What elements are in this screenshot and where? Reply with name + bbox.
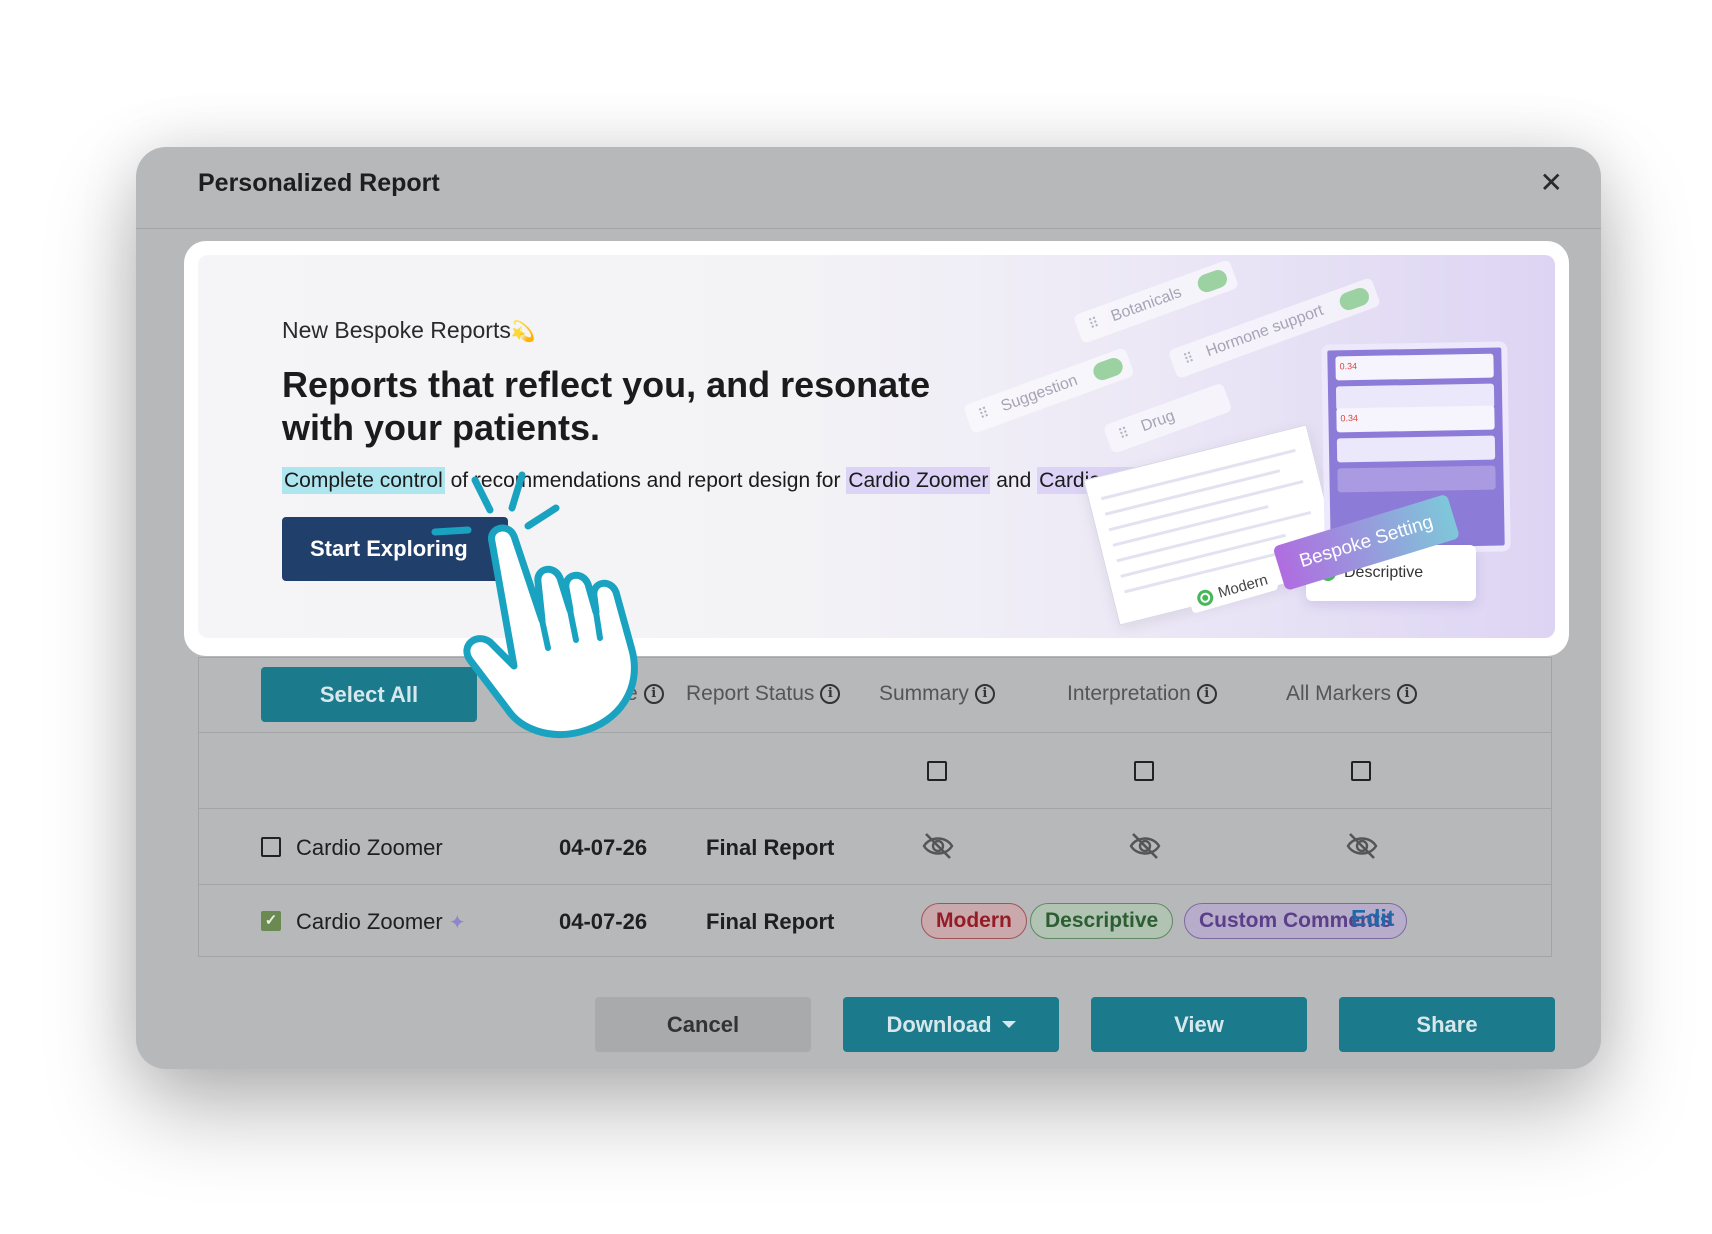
toggle-icon: [1336, 285, 1372, 313]
bespoke-reports-banner: New Bespoke Reports💫 Reports that reflec…: [198, 255, 1555, 638]
download-button[interactable]: Download: [843, 997, 1059, 1052]
column-header-label: Summary: [879, 682, 969, 705]
banner-subline: Complete control of recommendations and …: [282, 467, 1192, 494]
column-header-label: All Markers: [1286, 682, 1392, 705]
modal-header: Personalized Report ✕: [136, 147, 1601, 229]
toggle-icon: [1195, 267, 1230, 295]
drag-handle-icon: ⠿: [1086, 313, 1102, 333]
headline-line-1: Reports that reflect you, and resonate: [282, 364, 931, 405]
eye-off-icon[interactable]: [921, 831, 955, 861]
highlight-complete-control: Complete control: [282, 467, 445, 494]
column-header-report-status: Report Status i: [686, 682, 841, 706]
edit-link[interactable]: Edit: [1351, 905, 1394, 932]
caret-down-icon: [1001, 1021, 1016, 1028]
radio-selected-icon: [1195, 587, 1215, 608]
deco-pill: ⠿ Suggestion: [962, 347, 1135, 435]
download-label: Download: [886, 1011, 992, 1037]
deco-pill-label: Suggestion: [998, 371, 1080, 416]
column-header-label: Interpretation: [1067, 682, 1191, 705]
toggle-icon: [1090, 355, 1126, 383]
summary-column-checkbox[interactable]: [927, 761, 947, 781]
tag-descriptive: Descriptive: [1030, 903, 1174, 939]
interpretation-column-checkbox[interactable]: [1134, 761, 1154, 781]
share-button[interactable]: Share: [1339, 997, 1555, 1052]
drag-handle-icon: ⠿: [976, 403, 992, 423]
report-status: Final Report: [706, 835, 835, 860]
pointing-hand-cursor-icon: [431, 471, 638, 739]
column-header-interpretation: Interpretation i: [1067, 682, 1217, 706]
deco-pill-label: Botanicals: [1108, 283, 1184, 326]
report-name: Cardio Zoomer ✦: [296, 909, 466, 935]
table-row: ✓ Cardio Zoomer ✦ 04-07-26 Final Report …: [199, 885, 1551, 958]
headline-line-2: with your patients.: [282, 407, 601, 448]
banner-eyebrow: New Bespoke Reports💫: [282, 317, 536, 344]
deco-pill: ⠿ Botanicals: [1072, 259, 1239, 345]
shooting-star-icon: 💫: [510, 321, 536, 343]
column-select-row: [199, 733, 1551, 809]
row-checkbox[interactable]: [261, 837, 281, 857]
info-icon[interactable]: i: [820, 684, 841, 704]
subline-text: and: [990, 469, 1038, 492]
eye-off-icon[interactable]: [1345, 831, 1379, 861]
report-table: Select All e i Report Status i Summary i…: [198, 657, 1552, 957]
banner-headline: Reports that reflect you, and resonate w…: [282, 363, 930, 449]
table-row: Cardio Zoomer 04-07-26 Final Report: [199, 809, 1551, 885]
cancel-button[interactable]: Cancel: [595, 997, 811, 1052]
screen: Personalized Report ✕ Select All e i Rep…: [0, 0, 1712, 1234]
highlight-cardio-zoomer: Cardio Zoomer: [846, 467, 991, 494]
column-header-label: Report Status: [686, 682, 815, 705]
report-date: 04-07-26: [559, 835, 648, 860]
table-header-row: Select All e i Report Status i Summary i…: [199, 658, 1551, 733]
info-icon[interactable]: i: [1397, 684, 1418, 704]
deco-pill: ⠿ Drug: [1102, 382, 1233, 455]
info-icon[interactable]: i: [1196, 684, 1217, 704]
column-header-summary: Summary i: [879, 682, 995, 706]
banner-eyebrow-text: New Bespoke Reports: [282, 317, 511, 343]
announcement-card: New Bespoke Reports💫 Reports that reflec…: [184, 241, 1569, 656]
report-status: Final Report: [706, 909, 835, 934]
deco-pill-label: Hormone support: [1203, 301, 1326, 361]
all-markers-column-checkbox[interactable]: [1351, 761, 1371, 781]
drag-handle-icon: ⠿: [1181, 348, 1197, 368]
close-icon[interactable]: ✕: [1540, 169, 1563, 197]
sparkle-icon: ✦: [448, 912, 466, 934]
drag-handle-icon: ⠿: [1116, 423, 1132, 443]
report-name: Cardio Zoomer: [296, 835, 443, 860]
report-name-label: Cardio Zoomer: [296, 909, 443, 934]
eye-off-icon[interactable]: [1128, 831, 1162, 861]
deco-pill-label: Drug: [1138, 407, 1178, 436]
view-button[interactable]: View: [1091, 997, 1307, 1052]
deco-value: 0.34: [1340, 413, 1359, 424]
column-header-all-markers: All Markers i: [1286, 682, 1418, 706]
info-icon[interactable]: i: [974, 684, 995, 704]
row-checkbox-checked[interactable]: ✓: [261, 911, 281, 931]
deco-value: 0.34: [1339, 361, 1358, 372]
modal-title: Personalized Report: [198, 169, 440, 197]
report-date: 04-07-26: [559, 909, 648, 934]
tag-modern: Modern: [921, 903, 1027, 939]
